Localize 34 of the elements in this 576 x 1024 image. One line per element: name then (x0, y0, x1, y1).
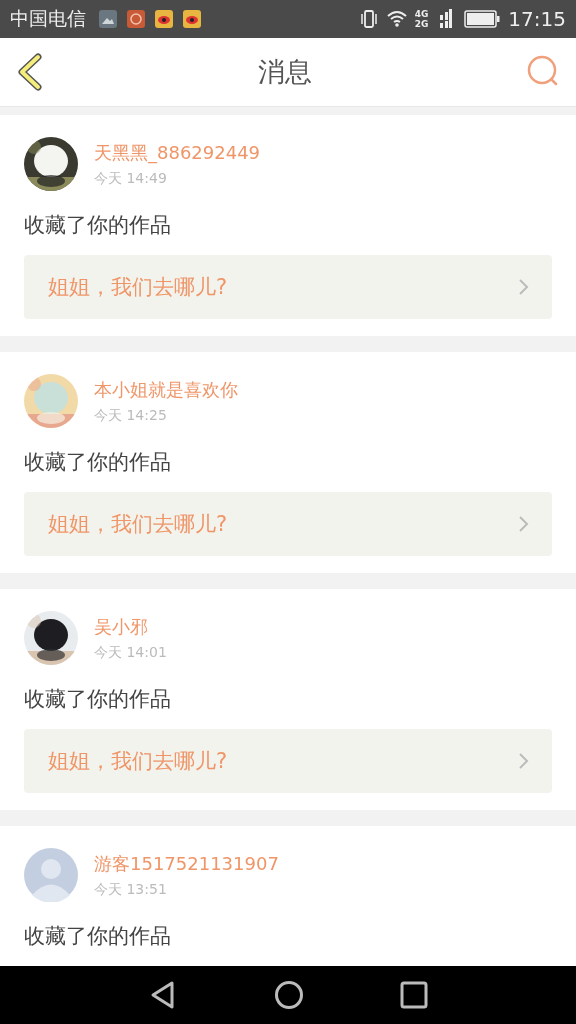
network-label: 4G (414, 9, 429, 19)
work-link[interactable]: 姐姐，我们去哪儿? (24, 729, 552, 793)
message-text: 收藏了你的作品 (24, 449, 172, 476)
default-avatar-icon (24, 848, 78, 902)
chevron-icon (518, 277, 530, 297)
user-name[interactable]: 游客1517521131907 (94, 851, 279, 876)
carrier-name: 中国电信 (10, 6, 86, 31)
message-time: 今天 14:25 (94, 406, 168, 425)
user-name[interactable]: 吴小邪 (94, 614, 167, 639)
home-icon[interactable] (274, 980, 304, 1010)
message-time: 今天 14:49 (94, 169, 168, 188)
work-link[interactable]: 姐姐，我们去哪儿? (24, 255, 552, 319)
clock: 17:15 (508, 7, 566, 31)
recents-icon[interactable] (400, 981, 428, 1009)
message-text: 收藏了你的作品 (24, 923, 172, 950)
network-label: 2G (414, 19, 429, 29)
message-time: 今天 13:51 (94, 880, 168, 899)
wifi-icon (386, 9, 407, 29)
image-icon (98, 9, 118, 29)
chevron-icon (518, 751, 530, 771)
message-time: 今天 14:01 (94, 643, 167, 662)
message-text: 收藏了你的作品 (24, 686, 172, 713)
page-title: 消息 (258, 55, 312, 89)
user-name[interactable]: 本小姐就是喜欢你 (94, 377, 238, 402)
back-icon[interactable] (16, 53, 44, 91)
eye-logo-icon (154, 9, 174, 29)
battery-icon (464, 10, 501, 28)
work-link[interactable]: 姐姐，我们去哪儿? (24, 492, 552, 556)
message-text: 收藏了你的作品 (24, 212, 172, 239)
app-icon (126, 9, 146, 29)
user-name[interactable]: 天黑黑_886292449 (94, 140, 261, 165)
eye-logo-icon (182, 9, 202, 29)
chevron-icon (518, 514, 530, 534)
vibrate-icon (358, 9, 379, 29)
